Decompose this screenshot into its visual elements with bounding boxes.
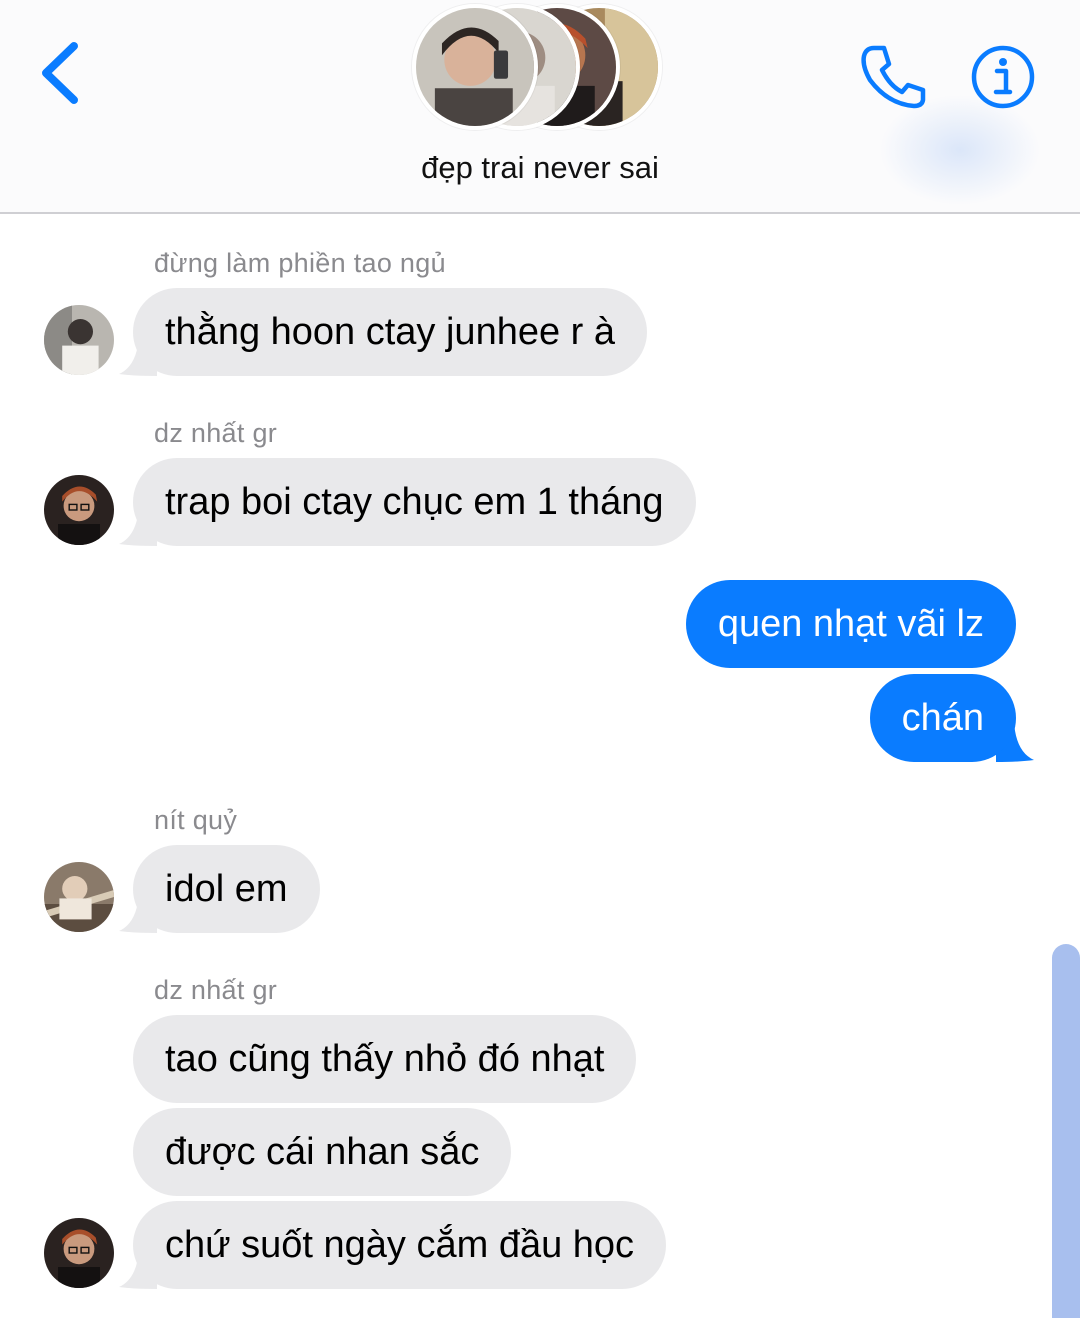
sender-avatar[interactable] bbox=[44, 1218, 114, 1288]
phone-icon bbox=[861, 45, 926, 109]
message-bubble[interactable]: chứ suốt ngày cắm đầu học bbox=[133, 1201, 667, 1289]
sender-name: nít quỷ bbox=[154, 805, 238, 835]
info-icon bbox=[971, 45, 1035, 109]
conversation-header: đẹp trai never sai bbox=[0, 0, 1080, 214]
sender-avatar[interactable] bbox=[44, 475, 114, 545]
info-button[interactable] bbox=[970, 44, 1036, 110]
sender-name: dz nhất gr bbox=[154, 975, 278, 1005]
message-bubble[interactable]: thằng hoon ctay junhee r à bbox=[133, 288, 648, 376]
message-bubble[interactable]: idol em bbox=[133, 845, 320, 933]
call-button[interactable] bbox=[858, 42, 928, 110]
group-name[interactable]: đẹp trai never sai bbox=[0, 150, 1080, 186]
message-bubble[interactable]: trap boi ctay chục em 1 tháng bbox=[133, 458, 696, 546]
back-button[interactable] bbox=[36, 38, 86, 108]
message-bubble-outgoing[interactable]: quen nhạt vãi lz bbox=[685, 580, 1016, 668]
message-bubble-outgoing[interactable]: chán bbox=[869, 674, 1016, 762]
message-bubble[interactable]: tao cũng thấy nhỏ đó nhạt bbox=[133, 1015, 637, 1103]
message-bubble[interactable]: được cái nhan sắc bbox=[133, 1108, 512, 1196]
member-avatar-1 bbox=[412, 4, 538, 130]
scrollbar[interactable] bbox=[1052, 944, 1080, 1318]
sender-avatar[interactable] bbox=[44, 862, 114, 932]
sender-name: dz nhất gr bbox=[154, 418, 278, 448]
sender-name: đừng làm phiền tao ngủ bbox=[154, 248, 446, 278]
chevron-left-icon bbox=[42, 42, 78, 104]
sender-avatar[interactable] bbox=[44, 305, 114, 375]
group-avatar-stack[interactable] bbox=[412, 4, 672, 134]
